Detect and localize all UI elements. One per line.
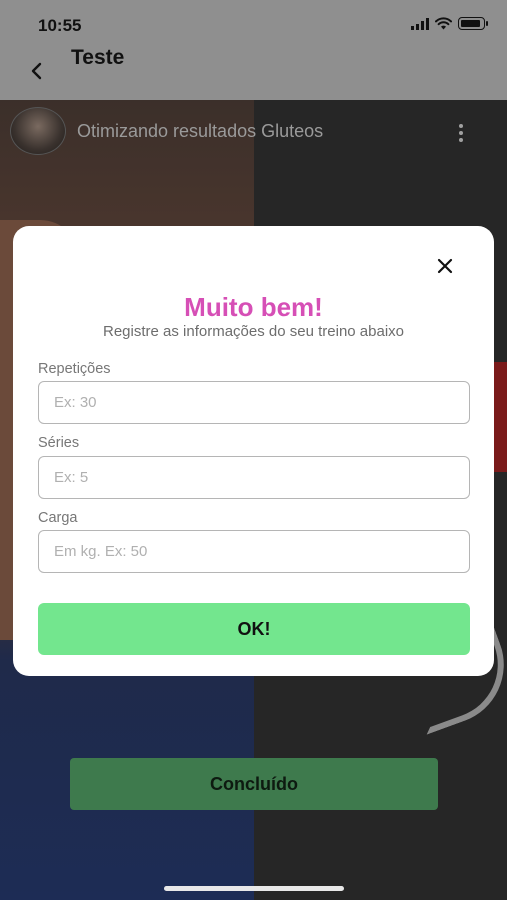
page-title: Teste	[71, 46, 125, 69]
video-title: Otimizando resultados Gluteos	[77, 121, 324, 141]
close-icon	[437, 258, 453, 274]
close-button[interactable]	[433, 254, 457, 278]
series-input[interactable]	[38, 456, 470, 499]
status-icons	[411, 17, 488, 30]
signal-icon	[411, 17, 429, 30]
carga-label: Carga	[38, 510, 78, 526]
ok-button[interactable]: OK!	[38, 603, 470, 655]
wifi-icon	[435, 17, 452, 30]
carga-input[interactable]	[38, 530, 470, 573]
avatar	[10, 107, 66, 155]
more-vertical-icon	[459, 124, 463, 128]
more-options-button[interactable]	[452, 122, 470, 144]
repeticoes-input[interactable]	[38, 381, 470, 424]
battery-icon	[458, 17, 488, 30]
status-time: 10:55	[38, 16, 82, 35]
modal-subtitle: Registre as informações do seu treino ab…	[103, 323, 404, 340]
home-indicator	[164, 886, 344, 891]
app-header: 10:55 Teste	[0, 0, 507, 100]
back-arrow-icon	[31, 62, 42, 80]
modal-title: Muito bem!	[184, 292, 323, 322]
repeticoes-label: Repetições	[38, 361, 111, 377]
workout-log-modal: Muito bem! Registre as informações do se…	[13, 226, 494, 676]
series-label: Séries	[38, 435, 80, 451]
back-button[interactable]	[25, 58, 47, 84]
concluido-button[interactable]: Concluído	[70, 758, 438, 810]
